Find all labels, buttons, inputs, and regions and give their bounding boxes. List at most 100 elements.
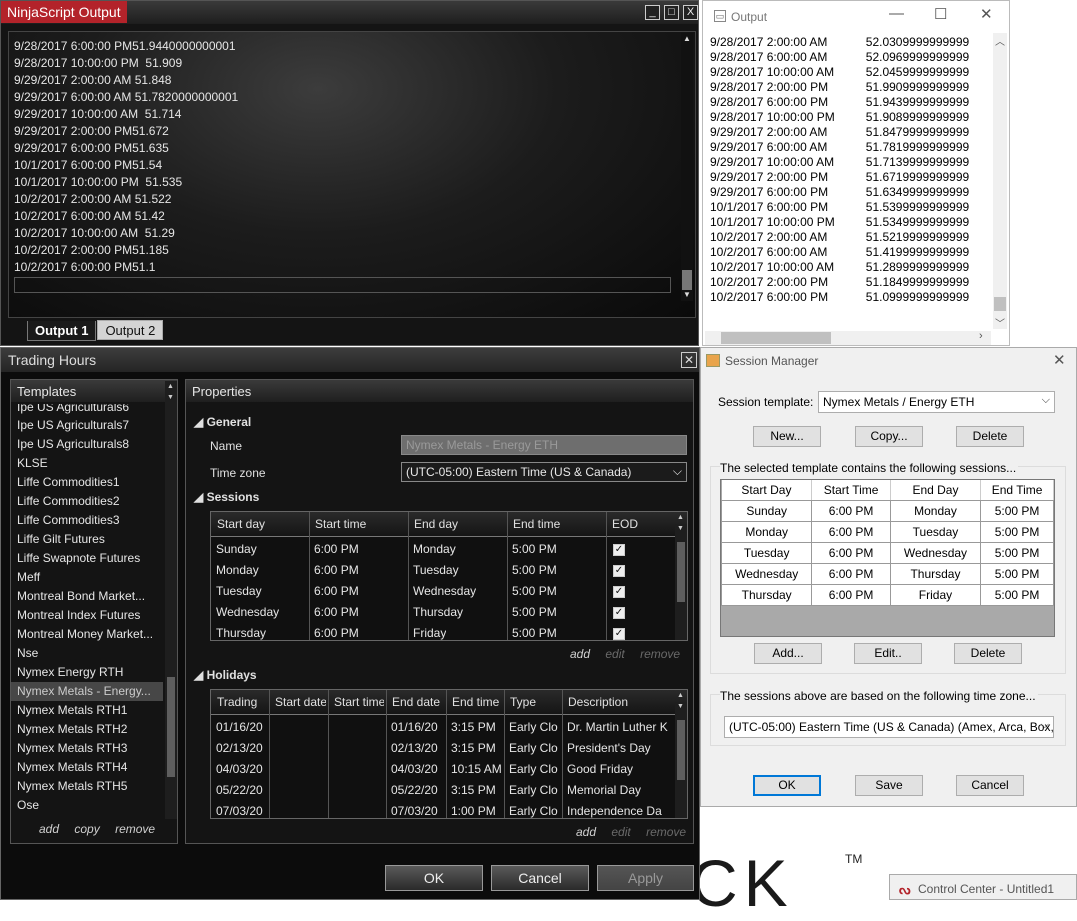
session-cell[interactable]: 6:00 PM	[314, 626, 359, 640]
scroll-up-icon[interactable]: ▲	[677, 514, 684, 521]
session-cell[interactable]: 5:00 PM	[512, 626, 557, 640]
eod-checkbox[interactable]: ✓	[613, 544, 625, 556]
eod-checkbox[interactable]: ✓	[613, 565, 625, 577]
holidays-scrollbar[interactable]	[675, 702, 687, 818]
template-list-item[interactable]: Nymex Energy RTH	[11, 663, 163, 682]
copy-template-button[interactable]: Copy...	[855, 426, 923, 447]
add-holiday-link[interactable]: add	[576, 825, 596, 839]
table-row[interactable]: Monday 6:00 PM Tuesday 5:00 PM	[720, 520, 1054, 543]
template-list-item[interactable]: Montreal Bond Market...	[11, 587, 163, 606]
holidays-grid[interactable]: Trading Start date Start time End date End t…	[210, 689, 688, 819]
holiday-cell[interactable]: 3:15 PM	[451, 741, 503, 755]
scroll-thumb[interactable]	[167, 677, 175, 777]
holiday-cell[interactable]: 01/16/20	[391, 720, 445, 734]
name-field[interactable]: Nymex Metals - Energy ETH	[401, 435, 687, 455]
holidays-section-toggle[interactable]: ◢ Holidays	[194, 668, 257, 682]
template-list-item[interactable]: Nymex Metals RTH4	[11, 758, 163, 777]
timezone-select[interactable]: (UTC-05:00) Eastern Time (US & Canada) (…	[724, 716, 1054, 738]
ok-button[interactable]: OK	[753, 775, 821, 796]
new-template-button[interactable]: New...	[753, 426, 821, 447]
template-list-item[interactable]: Nymex Metals RTH2	[11, 720, 163, 739]
session-cell[interactable]: 6:00 PM	[314, 542, 359, 556]
close-icon[interactable]: ✕	[1053, 351, 1066, 369]
column-header[interactable]: End date	[392, 695, 444, 709]
scroll-down-icon[interactable]: ▼	[167, 394, 174, 401]
title-bar[interactable]: NinjaScript Output _ □ X	[1, 1, 698, 24]
column-header[interactable]: End time	[513, 517, 560, 531]
template-list-item[interactable]: Ipe US Agriculturals6	[11, 404, 163, 416]
cancel-button[interactable]: Cancel	[491, 865, 589, 891]
holiday-cell[interactable]: Early Clo	[509, 804, 561, 818]
sessions-table[interactable]: Start Day Start Time End Day End Time Sunda…	[720, 479, 1055, 637]
remove-session-link[interactable]: remove	[640, 647, 680, 661]
holiday-cell[interactable]: 3:15 PM	[451, 783, 503, 797]
edit-session-link[interactable]: edit	[605, 647, 624, 661]
output-horizontal-scrollbar[interactable]	[14, 277, 671, 293]
session-cell[interactable]: Monday	[216, 563, 259, 577]
column-header[interactable]: Start Day	[721, 480, 813, 501]
column-header[interactable]: Trading	[217, 695, 267, 709]
holiday-cell[interactable]: Early Clo	[509, 741, 561, 755]
scroll-thumb[interactable]	[677, 542, 685, 602]
add-template-link[interactable]: add	[39, 822, 59, 836]
session-cell[interactable]: Tuesday	[413, 563, 459, 577]
title-bar[interactable]: Trading Hours ✕	[1, 348, 699, 372]
session-cell[interactable]: 6:00 PM	[314, 563, 359, 577]
tab-output-2[interactable]: Output 2	[97, 320, 164, 340]
session-cell[interactable]: Tuesday	[216, 584, 262, 598]
scroll-down-icon[interactable]: ▼	[677, 703, 684, 710]
session-cell[interactable]: Wednesday	[413, 584, 476, 598]
close-button[interactable]: ✕	[681, 352, 697, 368]
template-list-item[interactable]: Liffe Commodities1	[11, 473, 163, 492]
holiday-cell[interactable]: 05/22/20	[216, 783, 268, 797]
session-cell[interactable]: Thursday	[216, 626, 266, 640]
table-row[interactable]: Sunday 6:00 PM Monday 5:00 PM	[720, 499, 1054, 522]
session-cell[interactable]: 6:00 PM	[314, 605, 359, 619]
add-session-button[interactable]: Add...	[754, 643, 822, 664]
control-center-taskbar-item[interactable]: ᔓ Control Center - Untitled1	[889, 874, 1077, 900]
holiday-cell[interactable]: 04/03/20	[391, 762, 445, 776]
scroll-down-icon[interactable]: ▼	[677, 525, 684, 532]
apply-button[interactable]: Apply	[597, 865, 694, 891]
template-list-item[interactable]: Ipe US Agriculturals8	[11, 435, 163, 454]
session-cell[interactable]: Sunday	[216, 542, 257, 556]
template-list-item[interactable]: Liffe Commodities2	[11, 492, 163, 511]
template-list-item[interactable]: Montreal Index Futures	[11, 606, 163, 625]
column-header[interactable]: Start day	[217, 517, 265, 531]
template-list-item[interactable]: Ipe US Agriculturals7	[11, 416, 163, 435]
holiday-cell[interactable]: 3:15 PM	[451, 720, 503, 734]
session-cell[interactable]: Monday	[413, 542, 456, 556]
template-list-item[interactable]: Nymex Metals RTH3	[11, 739, 163, 758]
scroll-up-icon[interactable]: ▲	[682, 34, 692, 44]
tab-output-1[interactable]: Output 1	[27, 321, 97, 341]
template-list-item[interactable]: Nymex Metals - Energy...	[11, 682, 163, 701]
holiday-cell[interactable]: President's Day	[567, 741, 672, 755]
column-header[interactable]: End day	[414, 517, 458, 531]
session-template-select[interactable]: Nymex Metals / Energy ETH ⌵	[818, 391, 1055, 413]
close-button[interactable]: X	[683, 5, 698, 20]
column-header[interactable]: Start date	[275, 695, 326, 709]
holiday-cell[interactable]: 01/16/20	[216, 720, 268, 734]
template-list-item[interactable]: Nymex Metals RTH5	[11, 777, 163, 796]
session-cell[interactable]: Friday	[413, 626, 446, 640]
session-cell[interactable]: 5:00 PM	[512, 563, 557, 577]
cancel-button[interactable]: Cancel	[956, 775, 1024, 796]
horizontal-scrollbar[interactable]: ›	[705, 330, 991, 345]
sessions-section-toggle[interactable]: ◢ Sessions	[194, 490, 259, 504]
template-list-item[interactable]: Montreal Money Market...	[11, 625, 163, 644]
table-row[interactable]: Tuesday 6:00 PM Wednesday 5:00 PM	[720, 541, 1054, 564]
output-text-area[interactable]: 9/28/2017 6:00:00 PM51.9440000000001 9/28…	[8, 31, 696, 318]
template-list-item[interactable]: KLSE	[11, 454, 163, 473]
holiday-cell[interactable]: Early Clo	[509, 762, 561, 776]
general-section-toggle[interactable]: ◢ General	[194, 415, 251, 429]
session-cell[interactable]: 5:00 PM	[512, 584, 557, 598]
holiday-cell[interactable]: Independence Da	[567, 804, 672, 818]
scroll-thumb[interactable]	[721, 332, 831, 344]
template-list-item[interactable]: Nse	[11, 644, 163, 663]
holiday-cell[interactable]: 10:15 AM	[451, 762, 503, 776]
sessions-grid[interactable]: Start day Start time End day End time EOD Sun…	[210, 511, 688, 641]
session-cell[interactable]: 5:00 PM	[512, 605, 557, 619]
scroll-up-icon[interactable]: ▲	[167, 383, 174, 390]
template-list-item[interactable]: Meff	[11, 568, 163, 587]
templates-scrollbar[interactable]: ▲ ▼	[165, 381, 177, 819]
